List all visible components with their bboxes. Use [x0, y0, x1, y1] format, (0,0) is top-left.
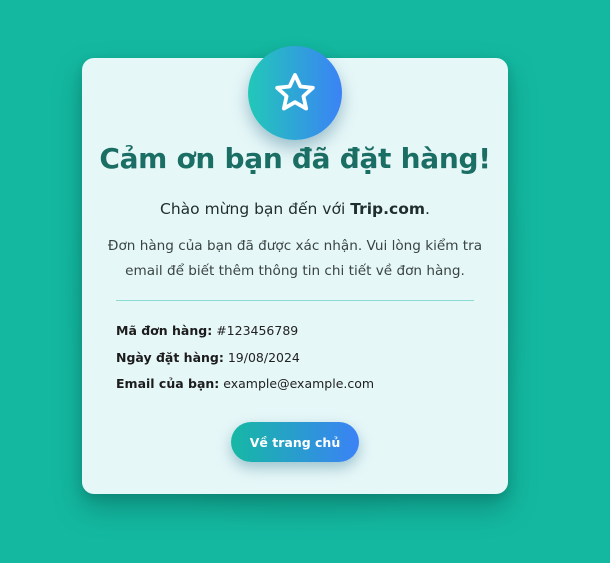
order-details: Mã đơn hàng: #123456789 Ngày đặt hàng: 1… [116, 322, 374, 402]
welcome-prefix: Chào mừng bạn đến với [160, 200, 351, 218]
success-badge [248, 46, 342, 140]
order-email-label: Email của bạn: [116, 376, 220, 391]
page-title: Cảm ơn bạn đã đặt hàng! [99, 142, 491, 175]
confirmation-description: Đơn hàng của bạn đã được xác nhận. Vui l… [107, 238, 483, 279]
star-icon [272, 70, 318, 116]
order-email-row: Email của bạn: example@example.com [116, 375, 374, 402]
order-email-value: example@example.com [223, 376, 375, 391]
order-confirmation-card: Cảm ơn bạn đã đặt hàng! Chào mừng bạn đế… [82, 46, 508, 494]
order-id-label: Mã đơn hàng: [116, 323, 213, 338]
order-date-row: Ngày đặt hàng: 19/08/2024 [116, 349, 374, 376]
divider [116, 300, 474, 301]
order-id-value: #123456789 [216, 323, 299, 338]
order-date-label: Ngày đặt hàng: [116, 349, 224, 365]
home-button[interactable]: Về trang chủ [231, 422, 359, 462]
order-date-value: 19/08/2024 [227, 349, 300, 365]
welcome-suffix: . [425, 200, 430, 218]
order-id-row: Mã đơn hàng: #123456789 [116, 322, 374, 349]
brand-name: Trip.com [350, 200, 426, 218]
welcome-text: Chào mừng bạn đến với Trip.com. [82, 200, 508, 218]
